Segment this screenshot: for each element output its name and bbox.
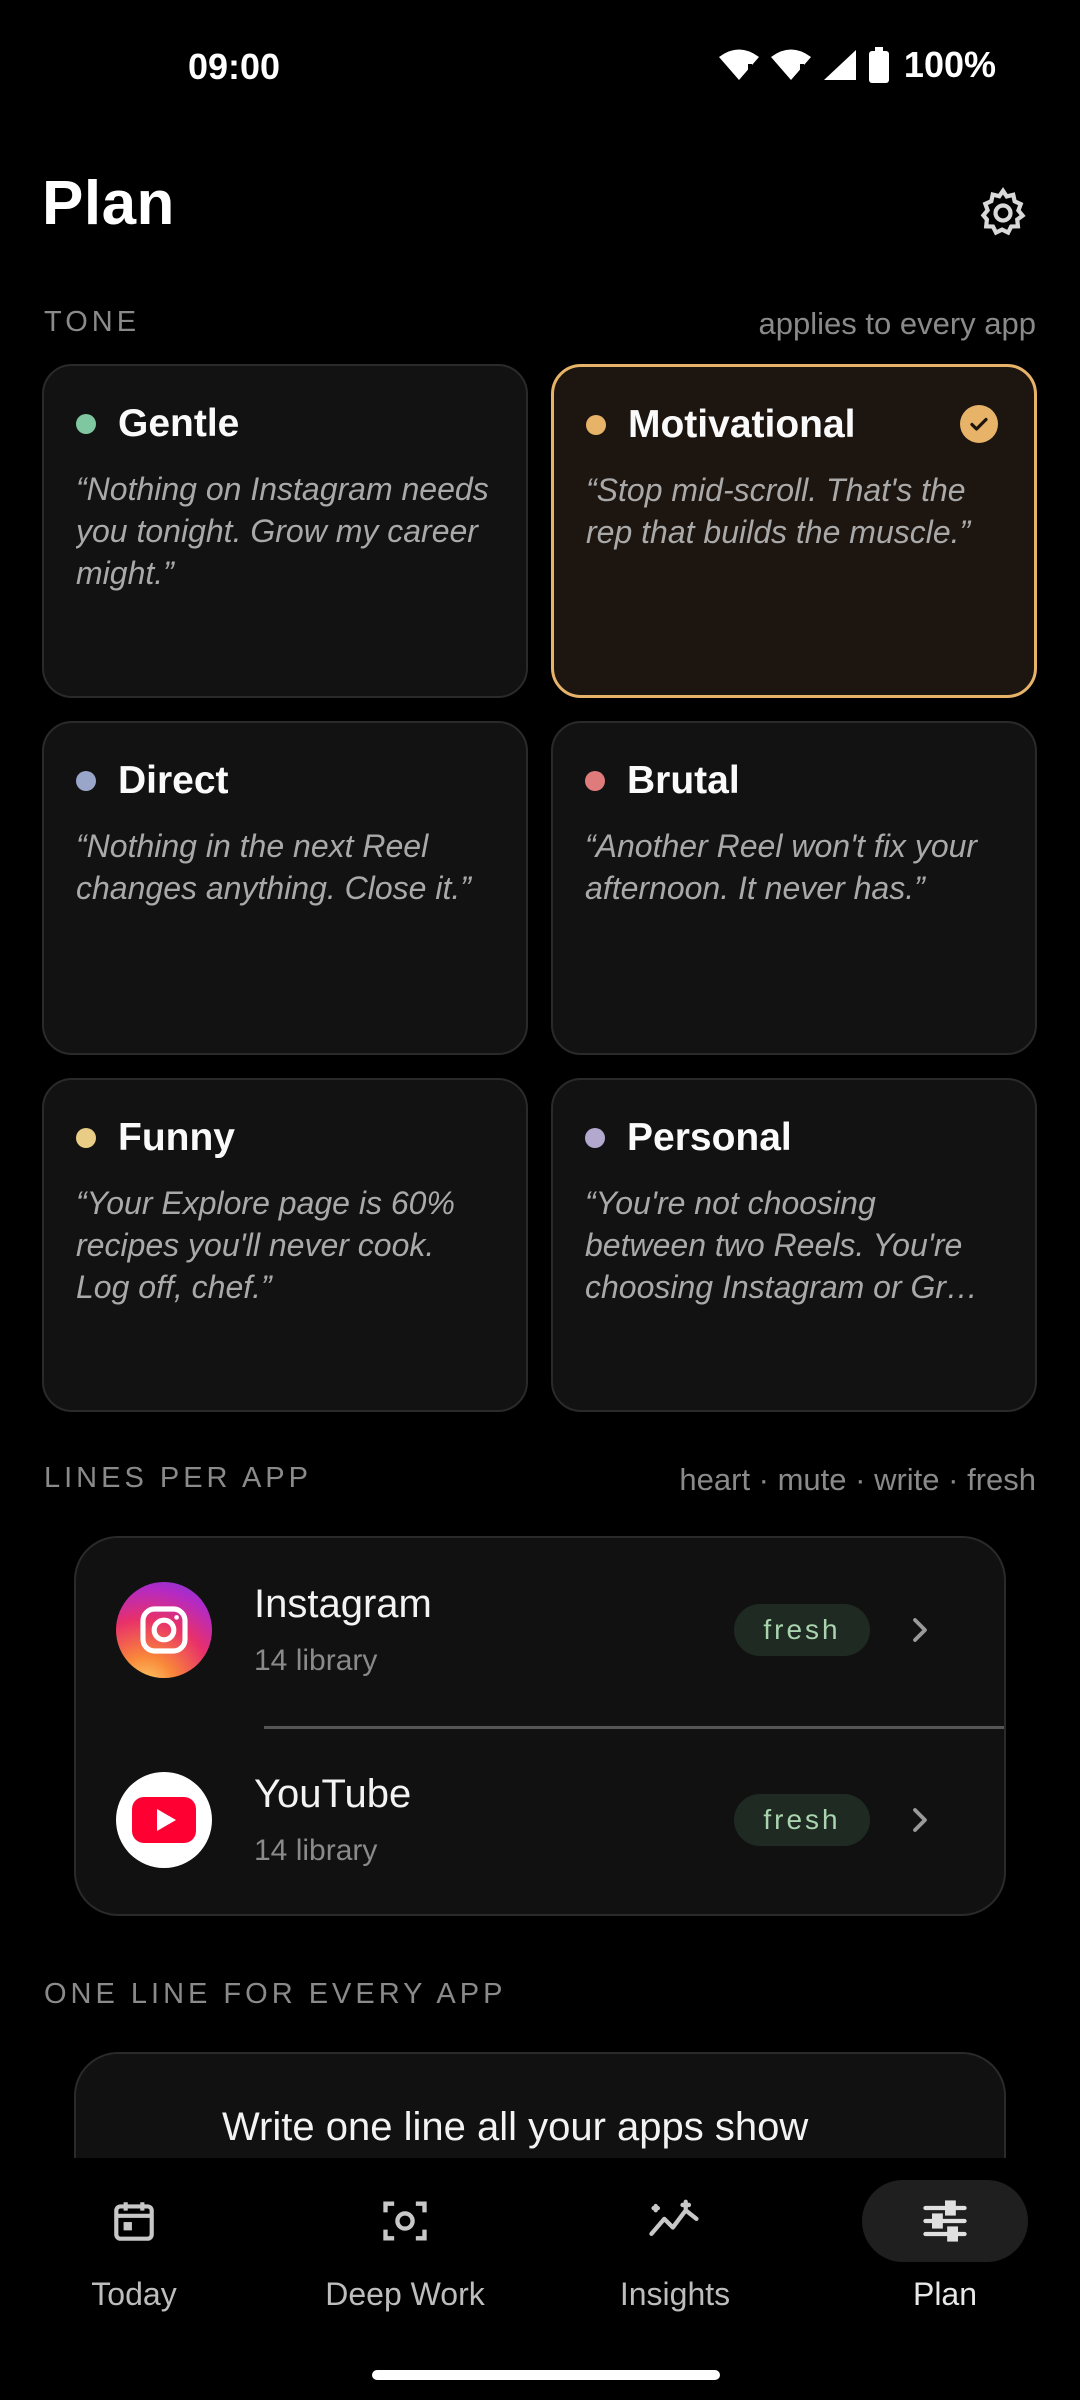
page-title: Plan bbox=[42, 169, 175, 238]
instagram-icon bbox=[116, 1582, 212, 1678]
tone-name: Gentle bbox=[118, 402, 240, 445]
oneline-section-label: ONE LINE FOR EVERY APP bbox=[44, 1978, 507, 2010]
status-bar: 09:00 100% bbox=[0, 0, 1080, 136]
app-library-count: 14 library bbox=[254, 1834, 378, 1867]
tone-section-label: TONE bbox=[44, 306, 141, 338]
selected-check-icon bbox=[960, 405, 998, 443]
nav-today[interactable]: Today bbox=[24, 2180, 244, 2340]
focus-icon bbox=[383, 2201, 427, 2241]
tone-name: Brutal bbox=[627, 759, 740, 802]
nav-insights[interactable]: Insights bbox=[565, 2180, 785, 2340]
tone-card-personal[interactable]: Personal “You're not choosing between tw… bbox=[551, 1078, 1037, 1412]
status-time: 09:00 bbox=[188, 46, 281, 87]
status-icons: 100% bbox=[718, 44, 996, 86]
tone-dot bbox=[585, 1128, 605, 1148]
tone-dot bbox=[585, 771, 605, 791]
home-indicator[interactable] bbox=[372, 2370, 720, 2380]
tone-card-funny[interactable]: Funny “Your Explore page is 60% recipes … bbox=[42, 1078, 528, 1412]
youtube-icon bbox=[116, 1772, 212, 1868]
tone-name: Motivational bbox=[628, 403, 856, 446]
trend-icon bbox=[649, 2199, 699, 2236]
sliders-icon bbox=[923, 2200, 967, 2242]
chevron-right-icon bbox=[898, 1798, 942, 1842]
nav-plan[interactable]: Plan bbox=[835, 2180, 1055, 2340]
tone-quote: “Nothing on Instagram needs you tonight.… bbox=[76, 471, 489, 591]
app-library-count: 14 library bbox=[254, 1644, 378, 1677]
nav-label: Insights bbox=[619, 2276, 731, 2312]
tone-quote: “Your Explore page is 60% recipes you'll… bbox=[76, 1185, 455, 1305]
tone-dot bbox=[76, 414, 96, 434]
tone-quote: “You're not choosing between two Reels. … bbox=[585, 1185, 979, 1305]
bottom-nav: Today Deep Work Insights Plan bbox=[0, 2158, 1080, 2400]
battery-percent: 100% bbox=[903, 44, 996, 85]
nav-label: Plan bbox=[912, 2276, 978, 2312]
tone-card-gentle[interactable]: Gentle “Nothing on Instagram needs you t… bbox=[42, 364, 528, 698]
apps-list: Instagram 14 library fresh YouTube 14 li… bbox=[74, 1536, 1006, 1916]
wifi-icon-2 bbox=[770, 49, 811, 82]
tone-dot bbox=[76, 1128, 96, 1148]
tone-card-direct[interactable]: Direct “Nothing in the next Reel changes… bbox=[42, 721, 528, 1055]
app-row-instagram[interactable]: Instagram 14 library fresh bbox=[76, 1538, 1004, 1729]
gear-icon bbox=[980, 187, 1026, 236]
tone-quote: “Nothing in the next Reel changes anythi… bbox=[76, 828, 471, 906]
tone-dot bbox=[586, 415, 606, 435]
tone-quote: “Stop mid-scroll. That's the rep that bu… bbox=[586, 472, 971, 550]
tone-quote: “Another Reel won't fix your afternoon. … bbox=[585, 828, 978, 906]
tone-name: Direct bbox=[118, 759, 229, 802]
chevron-right-icon bbox=[898, 1608, 942, 1652]
tone-name: Funny bbox=[118, 1116, 235, 1159]
tone-card-motivational[interactable]: Motivational “Stop mid-scroll. That's th… bbox=[551, 364, 1037, 698]
fresh-badge: fresh bbox=[734, 1604, 870, 1656]
calendar-icon bbox=[114, 2202, 154, 2241]
app-row-youtube[interactable]: YouTube 14 library fresh bbox=[76, 1728, 1004, 1914]
settings-button[interactable] bbox=[968, 178, 1038, 248]
app-name: Instagram bbox=[254, 1582, 432, 1626]
tone-section-hint: applies to every app bbox=[758, 306, 1036, 341]
nav-label: Today bbox=[91, 2276, 177, 2312]
tone-card-brutal[interactable]: Brutal “Another Reel won't fix your afte… bbox=[551, 721, 1037, 1055]
signal-icon bbox=[823, 50, 856, 80]
tone-dot bbox=[76, 771, 96, 791]
lines-section-label: LINES PER APP bbox=[44, 1462, 312, 1494]
lines-section-hint: heart · mute · write · fresh bbox=[679, 1462, 1036, 1497]
tone-name: Personal bbox=[627, 1116, 792, 1159]
nav-deep-work[interactable]: Deep Work bbox=[295, 2180, 515, 2340]
fresh-badge: fresh bbox=[734, 1794, 870, 1846]
battery-icon bbox=[868, 47, 889, 83]
nav-label: Deep Work bbox=[325, 2276, 485, 2312]
app-name: YouTube bbox=[254, 1772, 412, 1816]
wifi-icon bbox=[718, 49, 759, 82]
